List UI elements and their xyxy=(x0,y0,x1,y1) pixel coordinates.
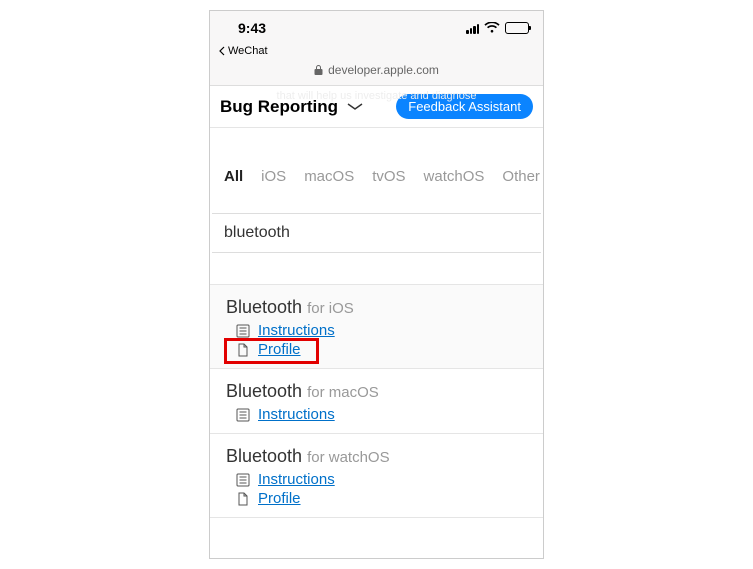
platform-tabs: All iOS macOS tvOS watchOS Other xyxy=(210,128,543,213)
result-link[interactable]: Profile xyxy=(258,341,301,358)
list-icon xyxy=(236,473,250,487)
url-text: developer.apple.com xyxy=(328,63,439,77)
document-icon xyxy=(236,343,250,357)
result-item: Bluetooth for iOS Instructions Profile xyxy=(210,285,543,369)
result-link[interactable]: Instructions xyxy=(258,406,335,423)
results-list: Bluetooth for iOSInstructionsProfileBlue… xyxy=(210,285,543,518)
spacer xyxy=(210,253,543,285)
lock-icon xyxy=(314,64,323,76)
list-icon xyxy=(236,324,250,338)
result-link-row: Profile xyxy=(236,490,527,507)
result-title: Bluetooth for macOS xyxy=(226,381,527,402)
page-subheader: that will help us investigate and diagno… xyxy=(210,86,543,128)
result-title: Bluetooth for iOS xyxy=(226,297,527,318)
status-bar: 9:43 xyxy=(210,11,543,45)
result-title: Bluetooth for watchOS xyxy=(226,446,527,467)
result-link-row: Instructions xyxy=(236,322,527,339)
phone-frame: 9:43 WeChat developer.apple.com that wil… xyxy=(209,10,544,559)
tab-all[interactable]: All xyxy=(224,168,243,185)
back-app-label: WeChat xyxy=(228,45,268,57)
result-item: Bluetooth for watchOS Instructions Profile xyxy=(210,434,543,518)
battery-icon xyxy=(505,22,529,34)
search-box xyxy=(212,213,541,253)
tab-ios[interactable]: iOS xyxy=(261,168,286,185)
tab-macos[interactable]: macOS xyxy=(304,168,354,185)
status-time: 9:43 xyxy=(238,20,266,36)
result-link-row: Instructions xyxy=(236,406,527,423)
result-link[interactable]: Profile xyxy=(258,490,301,507)
tab-tvos[interactable]: tvOS xyxy=(372,168,405,185)
tab-other[interactable]: Other xyxy=(502,168,540,185)
page-title: Bug Reporting xyxy=(220,97,338,117)
result-link[interactable]: Instructions xyxy=(258,471,335,488)
result-link[interactable]: Instructions xyxy=(258,322,335,339)
list-icon xyxy=(236,408,250,422)
feedback-assistant-button[interactable]: Feedback Assistant xyxy=(396,94,533,119)
document-icon xyxy=(236,492,250,506)
result-link-row: Profile xyxy=(236,341,527,358)
result-item: Bluetooth for macOS Instructions xyxy=(210,369,543,434)
chevron-down-icon[interactable] xyxy=(346,102,364,112)
wifi-icon xyxy=(484,22,500,34)
back-to-app[interactable]: WeChat xyxy=(210,45,543,61)
tab-watchos[interactable]: watchOS xyxy=(424,168,485,185)
cellular-icon xyxy=(466,23,479,34)
url-bar[interactable]: developer.apple.com xyxy=(210,61,543,86)
result-link-row: Instructions xyxy=(236,471,527,488)
search-input[interactable] xyxy=(212,214,541,252)
